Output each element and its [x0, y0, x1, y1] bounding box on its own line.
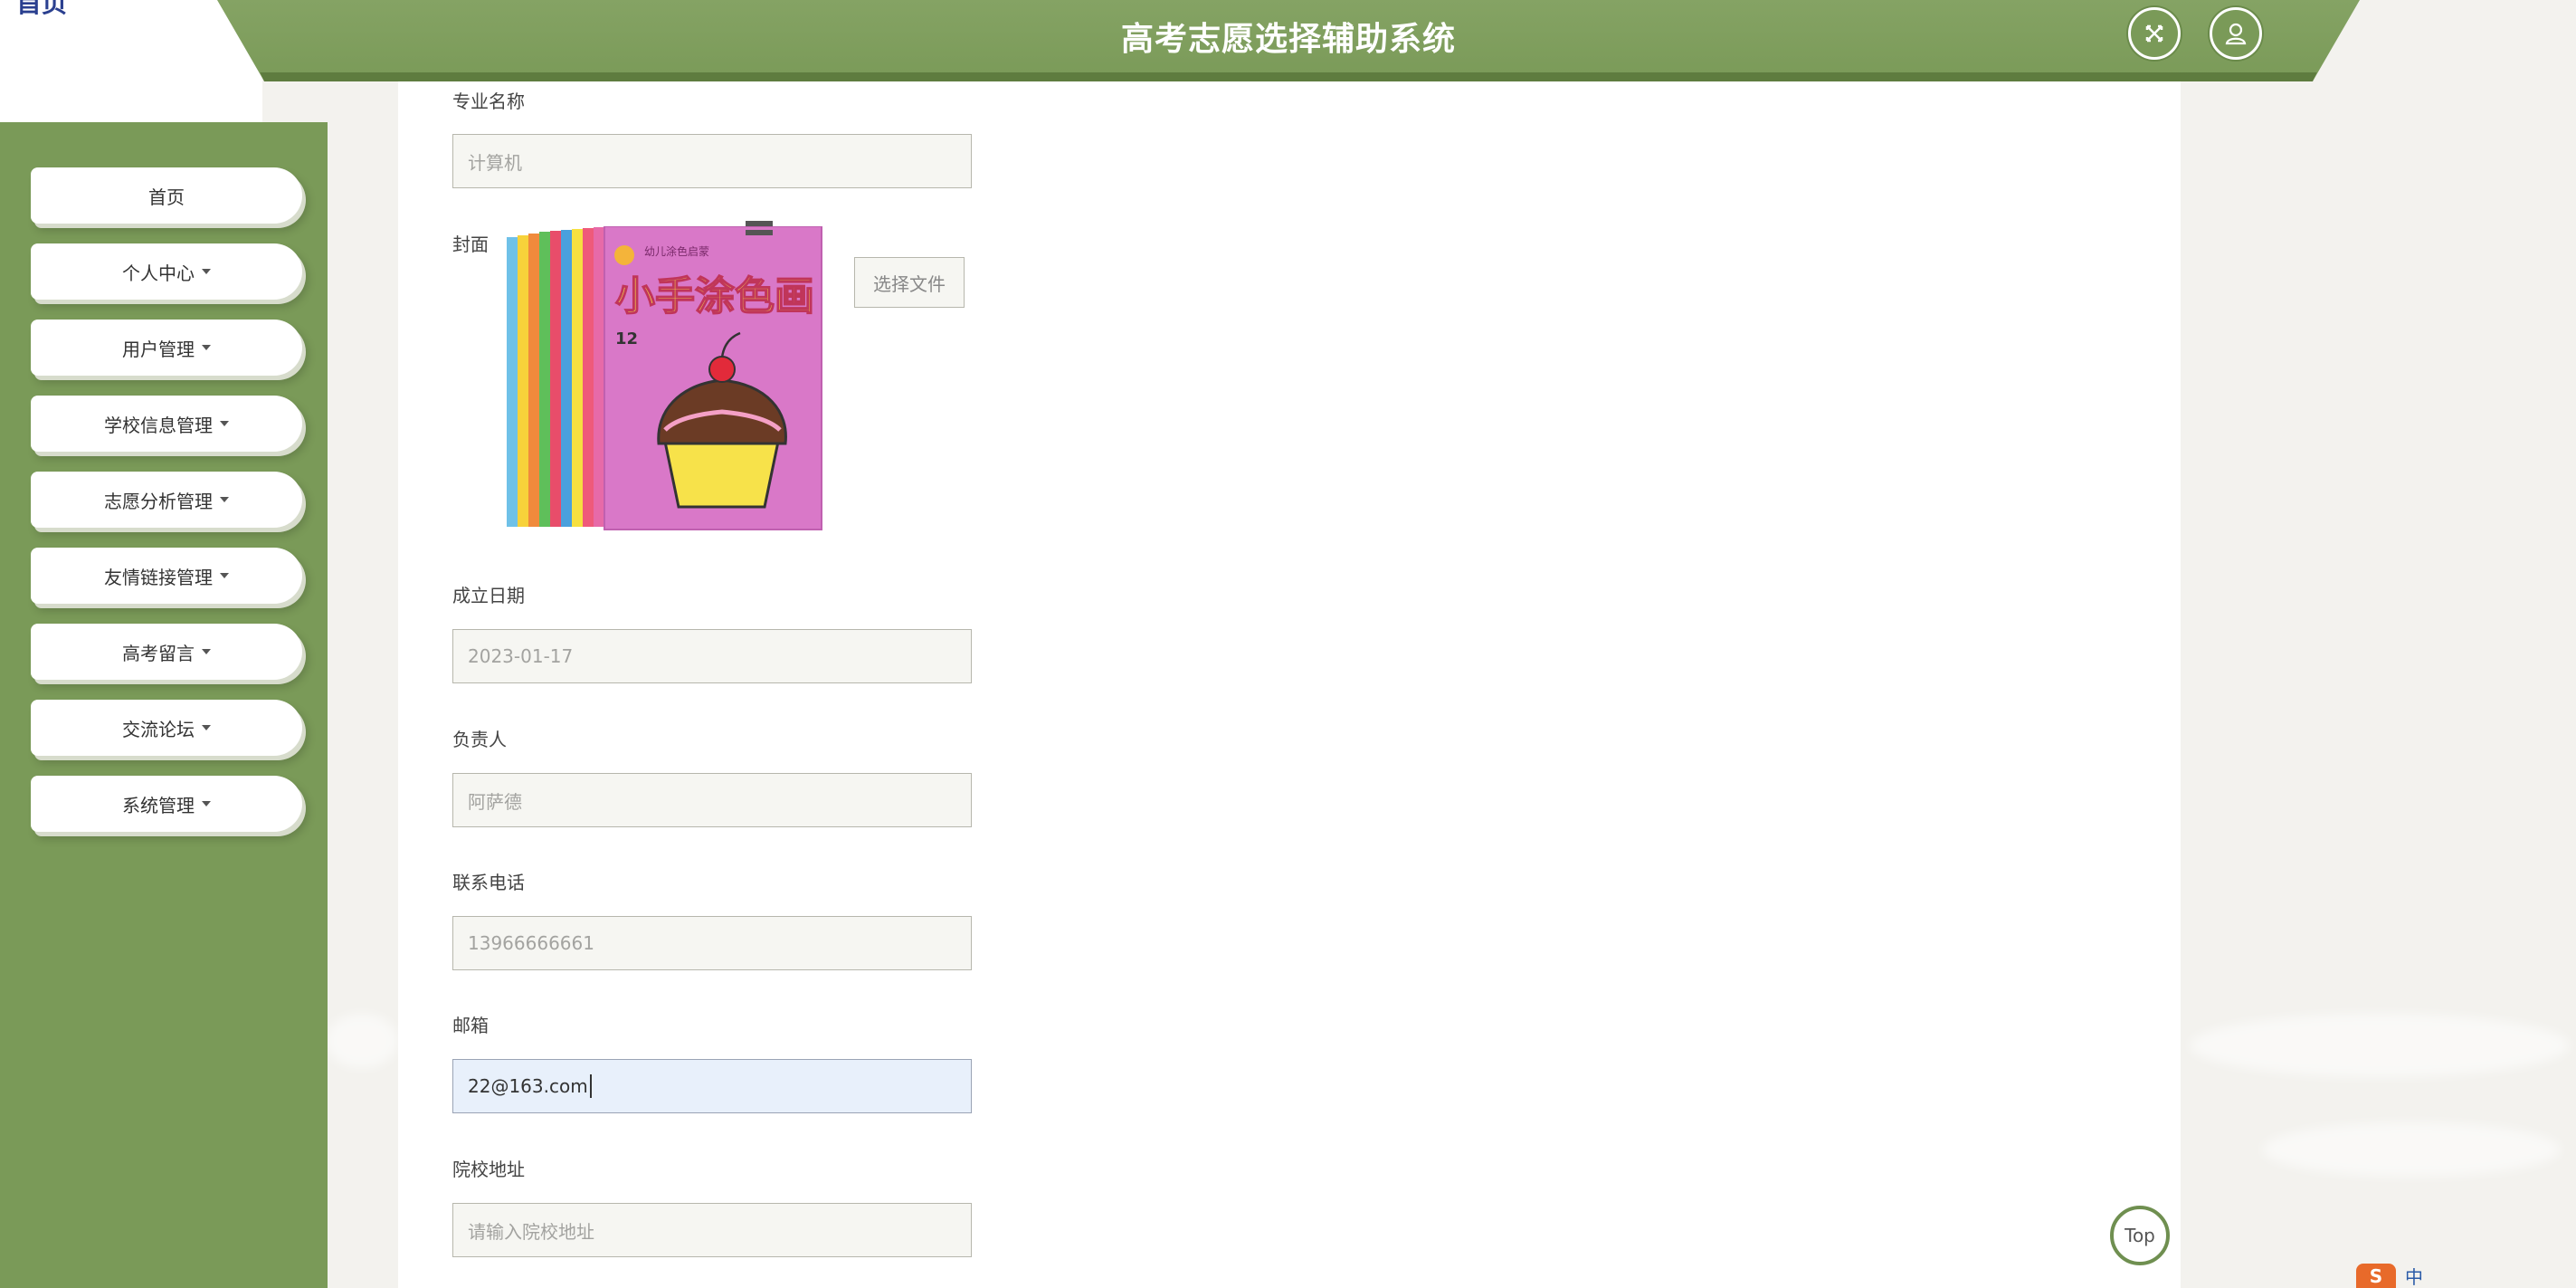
founded-input[interactable]: 2023-01-17	[452, 629, 972, 683]
sidebar-item-4[interactable]: 学校信息管理	[31, 396, 302, 452]
caret-down-icon	[202, 725, 211, 730]
caret-down-icon	[220, 421, 229, 426]
address-input[interactable]: 请输入院校地址	[452, 1203, 972, 1257]
close-icon	[2145, 24, 2163, 43]
address-label: 院校地址	[452, 1159, 525, 1180]
cover-label: 封面	[452, 234, 489, 255]
major-input[interactable]: 计算机	[452, 134, 972, 188]
sidebar-item-7[interactable]: 高考留言	[31, 624, 302, 680]
sidebar-item-9[interactable]: 系统管理	[31, 776, 302, 832]
sidebar-item-3[interactable]: 用户管理	[31, 320, 302, 376]
caret-down-icon	[202, 649, 211, 654]
close-button[interactable]	[2128, 7, 2181, 60]
sidebar-item-8[interactable]: 交流论坛	[31, 700, 302, 756]
bg-decoration	[2190, 1014, 2570, 1077]
sidebar-item-label: 交流论坛	[122, 718, 195, 740]
founded-label: 成立日期	[452, 585, 525, 606]
sidebar-item-6[interactable]: 友情链接管理	[31, 548, 302, 604]
cover-title: 小手涂色画	[615, 273, 814, 320]
sidebar-item-label: 个人中心	[122, 262, 195, 284]
sidebar-item-label: 系统管理	[122, 794, 195, 816]
sidebar-item-label: 用户管理	[122, 338, 195, 360]
sidebar: 首页个人中心用户管理学校信息管理 志愿分析管理 友情链接管理 高考留言交流论坛系统管理	[0, 122, 328, 1288]
sidebar-item-label: 友情链接管理	[104, 566, 213, 588]
svg-text:幼儿涂色启蒙: 幼儿涂色启蒙	[644, 244, 709, 258]
cover-image: 幼儿涂色启蒙 小手涂色画 12	[507, 225, 823, 539]
sidebar-item-label: 高考留言	[122, 642, 195, 664]
sidebar-item-5[interactable]: 志愿分析管理	[31, 472, 302, 528]
ime-mode: 中	[2405, 1266, 2423, 1288]
bg-decoration	[2262, 1122, 2561, 1177]
sidebar-item-1[interactable]: 首页	[31, 167, 302, 224]
page-title: 高考志愿选择辅助系统	[1120, 21, 1456, 58]
cover-menu-icon[interactable]	[746, 219, 785, 247]
caret-down-icon	[202, 269, 211, 274]
logo-text[interactable]: 首页	[16, 0, 67, 20]
phone-input[interactable]: 13966666661	[452, 916, 972, 970]
user-icon	[2225, 23, 2247, 45]
email-value: 22@163.com	[468, 1075, 588, 1097]
svg-text:12: 12	[615, 329, 638, 348]
ime-logo-icon: S	[2356, 1264, 2396, 1288]
major-label: 专业名称	[452, 91, 525, 112]
sidebar-item-2[interactable]: 个人中心	[31, 243, 302, 300]
manager-input[interactable]: 阿萨德	[452, 773, 972, 827]
caret-down-icon	[202, 801, 211, 806]
bg-decoration	[326, 1014, 398, 1068]
input-method-tray[interactable]: S 中	[2356, 1264, 2576, 1288]
caret-down-icon	[220, 573, 229, 578]
caret-down-icon	[220, 497, 229, 502]
sidebar-item-label: 学校信息管理	[104, 414, 213, 436]
sidebar-item-label: 首页	[148, 186, 185, 208]
email-input[interactable]: 22@163.com	[452, 1059, 972, 1113]
phone-label: 联系电话	[452, 872, 525, 893]
form-panel: 专业名称 计算机 封面 幼儿涂色启蒙 小手涂色画 12 选择文件 成立日期 20…	[398, 81, 2181, 1288]
sidebar-item-label: 志愿分析管理	[104, 490, 213, 512]
manager-label: 负责人	[452, 729, 507, 750]
header-border	[260, 72, 2317, 81]
top-header: 高考志愿选择辅助系统	[217, 0, 2360, 81]
choose-file-button[interactable]: 选择文件	[854, 257, 965, 308]
text-cursor	[589, 1074, 592, 1098]
email-label: 邮箱	[452, 1015, 489, 1036]
user-button[interactable]	[2210, 7, 2262, 60]
back-to-top-button[interactable]: Top	[2110, 1206, 2170, 1265]
sidebar-top-shape	[0, 122, 328, 167]
caret-down-icon	[202, 345, 211, 350]
